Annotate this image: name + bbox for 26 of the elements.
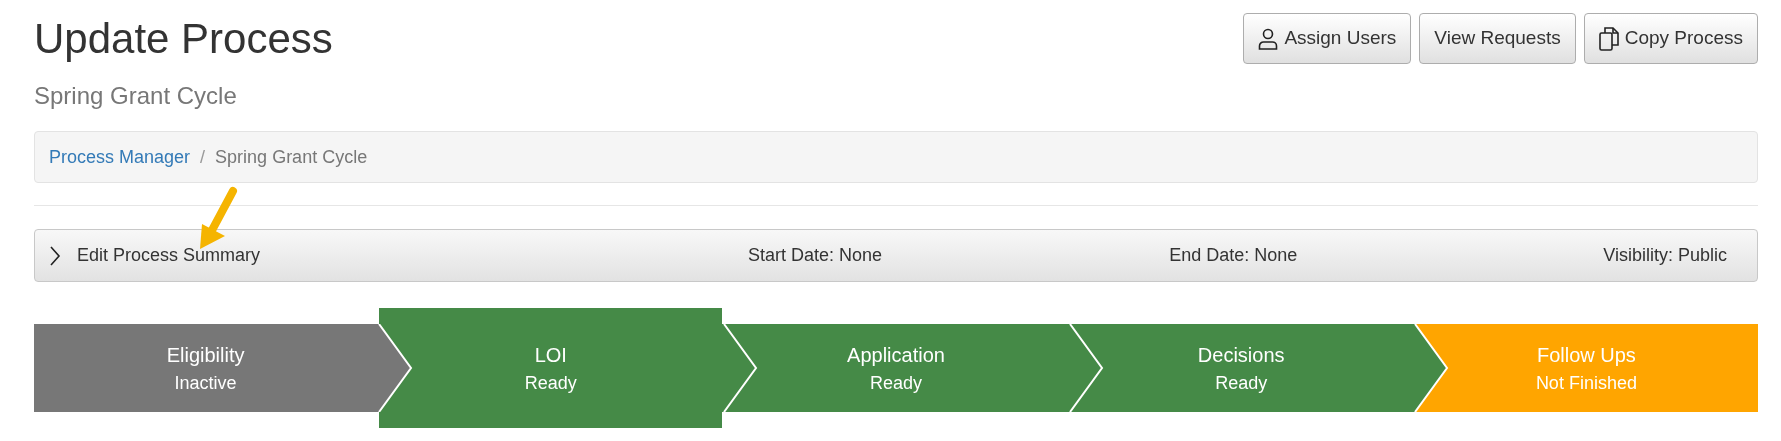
copy-icon — [1598, 26, 1619, 51]
step-status: Not Finished — [1535, 371, 1637, 395]
toolbar-button[interactable]: Assign Users — [1243, 13, 1412, 64]
summary-toggle[interactable]: Edit Process Summary — [49, 242, 261, 270]
breadcrumb-link[interactable]: Process Manager — [49, 143, 191, 171]
breadcrumb-separator: / — [199, 145, 207, 169]
page-title: Update Process — [34, 14, 333, 63]
step-status: Ready — [1215, 371, 1268, 395]
step-name: LOI — [534, 342, 567, 368]
step-name: Follow Ups — [1536, 342, 1636, 368]
step-name: Eligibility — [166, 342, 245, 368]
toolbar-button[interactable]: Copy Process — [1583, 13, 1758, 64]
user-icon — [1258, 27, 1279, 50]
step-status: Ready — [870, 371, 922, 395]
chevron-right-icon — [49, 245, 61, 266]
visibility-text: Visibility: Public — [1603, 244, 1727, 268]
step-name: Decisions — [1197, 342, 1285, 368]
annotation-arrow — [198, 186, 238, 250]
breadcrumb-current: Spring Grant Cycle — [215, 145, 368, 169]
step-name: Application — [847, 342, 945, 368]
start-date-text: Start Date: None — [748, 244, 883, 268]
end-date-text: End Date: None — [1169, 244, 1298, 268]
step-status: Inactive — [174, 371, 237, 395]
step-status: Ready — [524, 371, 577, 395]
page-subtitle: Spring Grant Cycle — [34, 81, 238, 112]
toolbar-button[interactable]: View Requests — [1419, 13, 1576, 64]
